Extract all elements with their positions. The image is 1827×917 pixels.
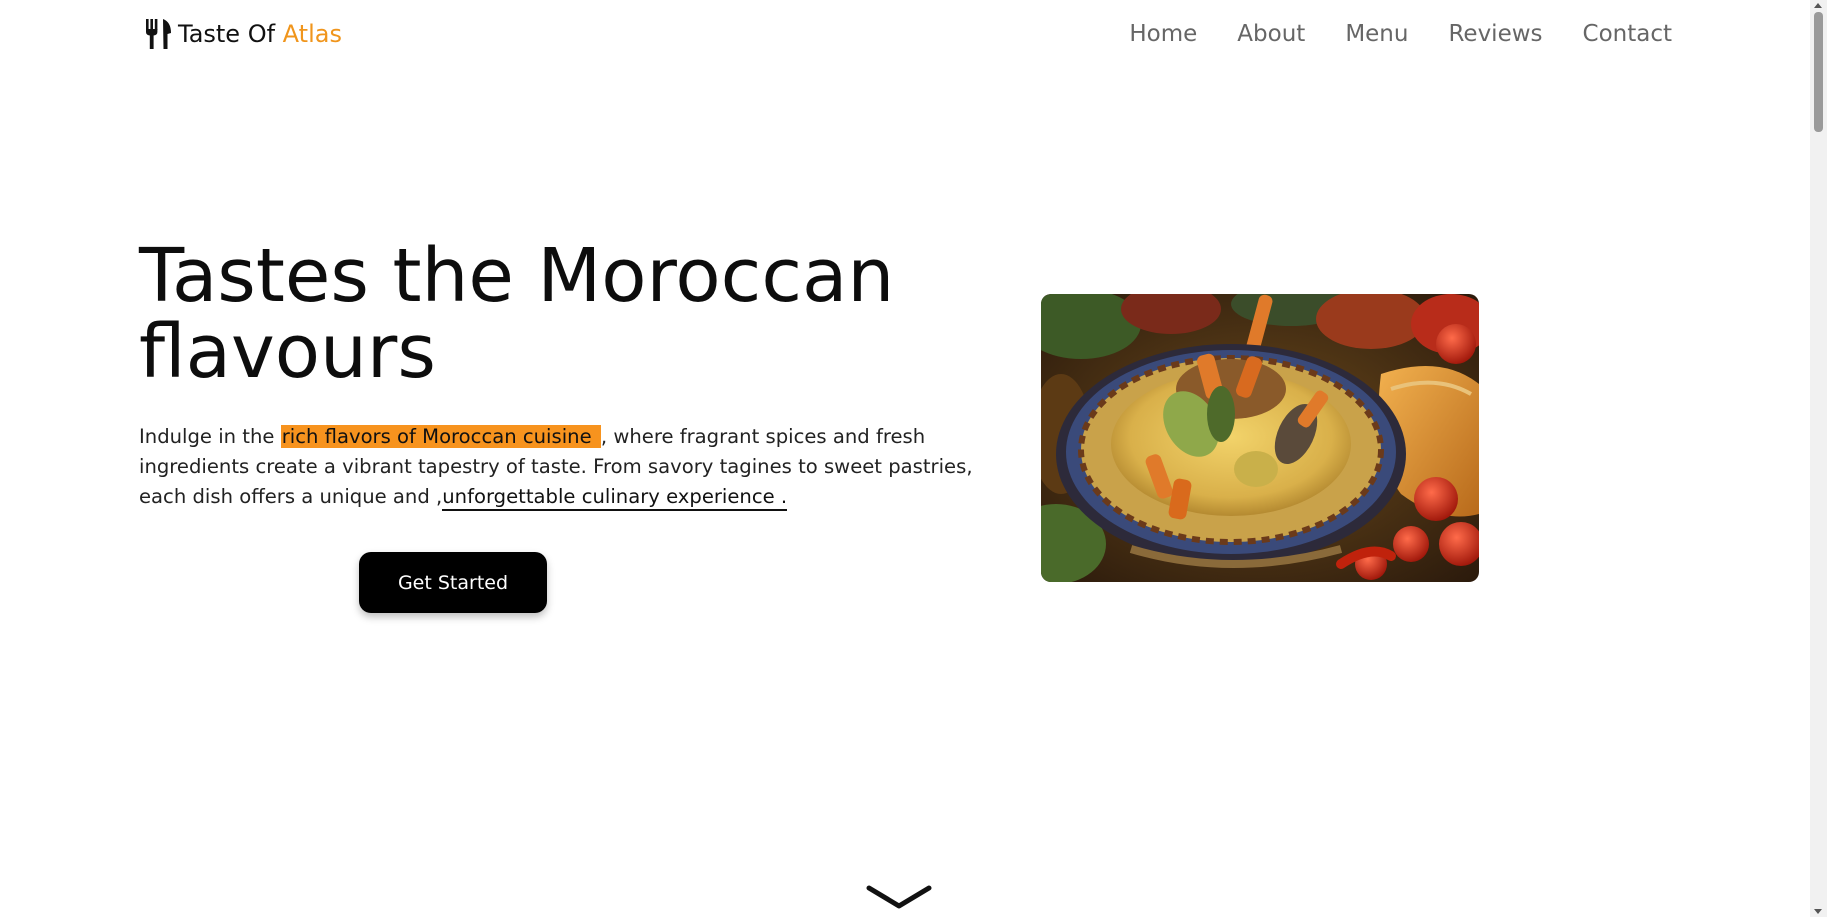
brand-logo[interactable]: Taste Of Atlas: [144, 14, 342, 54]
scrollbar-thumb[interactable]: [1814, 12, 1823, 132]
scroll-up-arrow-icon[interactable]: [1814, 3, 1822, 8]
moroccan-couscous-dish-image: [1041, 294, 1479, 582]
brand-name: Taste Of Atlas: [178, 20, 342, 48]
navbar: Taste Of Atlas Home About Menu Reviews C…: [0, 0, 1810, 70]
hero-link[interactable]: unforgettable culinary experience .: [442, 485, 788, 511]
hero-title: Tastes the Moroccan flavours: [139, 233, 895, 395]
hero-highlight: rich flavors of Moroccan cuisine: [280, 425, 601, 448]
nav-contact[interactable]: Contact: [1583, 14, 1672, 54]
chevron-down-icon[interactable]: [866, 882, 932, 916]
nav-about[interactable]: About: [1237, 14, 1305, 54]
nav-links: Home About Menu Reviews Contact: [1129, 14, 1672, 54]
hero-text-intro: Indulge in the: [139, 425, 281, 448]
hero-description: Indulge in the rich flavors of Moroccan …: [139, 422, 999, 512]
nav-reviews[interactable]: Reviews: [1448, 14, 1542, 54]
nav-menu[interactable]: Menu: [1345, 14, 1408, 54]
page: Taste Of Atlas Home About Menu Reviews C…: [0, 0, 1827, 917]
brand-name-accent: Atlas: [282, 20, 342, 48]
nav-home[interactable]: Home: [1129, 14, 1197, 54]
get-started-button[interactable]: Get Started: [359, 552, 547, 613]
scroll-down-arrow-icon[interactable]: [1814, 909, 1822, 914]
utensils-icon: [146, 19, 171, 49]
food-illustration: [1041, 294, 1479, 582]
page-scrollbar[interactable]: [1810, 0, 1827, 917]
